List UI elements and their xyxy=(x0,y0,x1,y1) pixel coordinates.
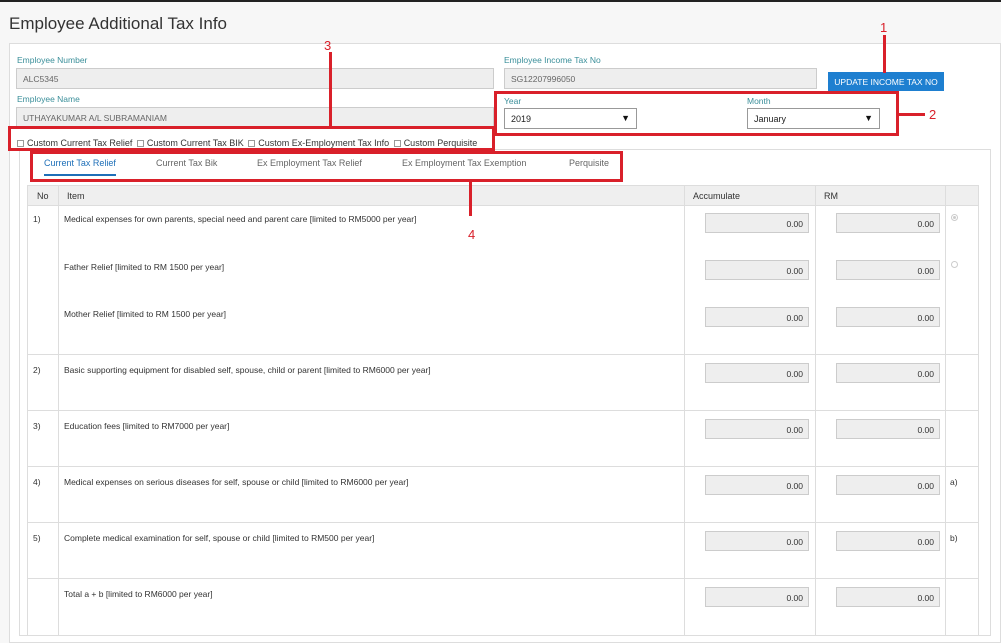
employee-number-field[interactable]: ALC5345 xyxy=(16,68,494,89)
accumulate-field[interactable]: 0.00 xyxy=(705,213,809,233)
rm-field[interactable]: 0.00 xyxy=(836,475,940,495)
row-item: Father Relief [limited to RM 1500 per ye… xyxy=(64,262,225,272)
accumulate-field[interactable]: 0.00 xyxy=(705,531,809,551)
page-title: Employee Additional Tax Info xyxy=(9,14,227,33)
row-note: a) xyxy=(950,477,958,487)
rm-field[interactable]: 0.00 xyxy=(836,260,940,280)
employee-name-label: Employee Name xyxy=(17,94,80,104)
annotation-box-2 xyxy=(494,91,899,136)
header-item: Item xyxy=(67,191,85,201)
tax-relief-table: No Item Accumulate RM 1) Medical expense… xyxy=(27,185,979,636)
rm-field[interactable]: 0.00 xyxy=(836,419,940,439)
header-rm: RM xyxy=(824,191,838,201)
rm-field[interactable]: 0.00 xyxy=(836,531,940,551)
row-item: Complete medical examination for self, s… xyxy=(64,533,375,543)
annotation-label-3: 3 xyxy=(324,38,332,53)
row-item: Medical expenses on serious diseases for… xyxy=(64,477,409,487)
header-no: No xyxy=(37,191,49,201)
accumulate-field[interactable]: 0.00 xyxy=(705,587,809,607)
update-income-tax-button[interactable]: UPDATE INCOME TAX NO xyxy=(828,72,944,91)
row-item: Education fees [limited to RM7000 per ye… xyxy=(64,421,230,431)
annotation-line-3 xyxy=(329,52,332,127)
row-number: 3) xyxy=(33,421,41,431)
header-accumulate: Accumulate xyxy=(693,191,741,201)
row-radio[interactable] xyxy=(951,214,958,221)
row-item: Total a + b [limited to RM6000 per year] xyxy=(64,589,213,599)
accumulate-field[interactable]: 0.00 xyxy=(705,307,809,327)
accumulate-field[interactable]: 0.00 xyxy=(705,475,809,495)
table-header: No Item Accumulate RM xyxy=(28,186,978,206)
annotation-label-1: 1 xyxy=(880,20,888,35)
rm-field[interactable]: 0.00 xyxy=(836,307,940,327)
annotation-line-4 xyxy=(469,182,472,216)
employee-number-label: Employee Number xyxy=(17,55,88,65)
annotation-label-2: 2 xyxy=(929,107,937,122)
annotation-label-4: 4 xyxy=(468,227,476,242)
accumulate-field[interactable]: 0.00 xyxy=(705,260,809,280)
accumulate-field[interactable]: 0.00 xyxy=(705,363,809,383)
annotation-box-3 xyxy=(8,126,495,151)
rm-field[interactable]: 0.00 xyxy=(836,587,940,607)
row-radio[interactable] xyxy=(951,261,958,268)
row-number: 4) xyxy=(33,477,41,487)
annotation-line-1 xyxy=(883,35,886,73)
row-number: 2) xyxy=(33,365,41,375)
row-item: Mother Relief [limited to RM 1500 per ye… xyxy=(64,309,227,319)
annotation-box-4 xyxy=(30,151,623,182)
row-number: 1) xyxy=(33,214,41,224)
income-tax-no-field[interactable]: SG12207996050 xyxy=(504,68,817,89)
accumulate-field[interactable]: 0.00 xyxy=(705,419,809,439)
income-tax-no-label: Employee Income Tax No xyxy=(504,55,601,65)
row-note: b) xyxy=(950,533,958,543)
rm-field[interactable]: 0.00 xyxy=(836,363,940,383)
employee-name-field[interactable]: UTHAYAKUMAR A/L SUBRAMANIAM xyxy=(16,107,494,128)
window-top-border xyxy=(0,0,1001,2)
annotation-line-2 xyxy=(898,113,925,116)
row-item: Medical expenses for own parents, specia… xyxy=(64,214,417,224)
rm-field[interactable]: 0.00 xyxy=(836,213,940,233)
row-item: Basic supporting equipment for disabled … xyxy=(64,365,431,375)
row-number: 5) xyxy=(33,533,41,543)
